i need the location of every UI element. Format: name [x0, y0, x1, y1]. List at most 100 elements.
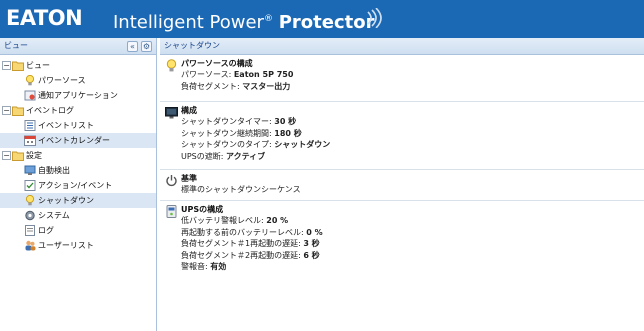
row-label: シャットダウンタイマー: — [181, 117, 275, 126]
app-header: EATON Intelligent Power® Protector — [0, 0, 644, 38]
tree-node-auto-discovery[interactable]: 自動検出 — [0, 163, 156, 178]
tree-node-event-list[interactable]: イベントリスト — [0, 118, 156, 133]
tree-label: システム — [38, 211, 70, 220]
tree-node-view[interactable]: − ビュー — [0, 58, 156, 73]
notification-icon — [24, 90, 36, 101]
bulb-icon — [25, 75, 35, 86]
app-title-strong: Protector — [278, 12, 375, 33]
power-icon — [166, 175, 177, 187]
tree-label: シャットダウン — [38, 196, 94, 205]
section-title: 構成 — [181, 106, 197, 115]
section-title: 基準 — [181, 174, 197, 183]
action-icon — [24, 180, 36, 191]
tree-node-power-source[interactable]: パワーソース — [0, 73, 156, 88]
bulb-icon — [166, 59, 177, 72]
row-label: 標準のシャットダウンシーケンス — [181, 185, 301, 194]
app-title-main: Intelligent Power — [113, 12, 264, 33]
collapse-panel-button[interactable]: « — [127, 41, 138, 52]
tree-node-system[interactable]: システム — [0, 208, 156, 223]
shutdown-bulb-icon — [25, 195, 35, 206]
tree-label: ビュー — [26, 61, 50, 70]
tree-node-log[interactable]: ログ — [0, 223, 156, 238]
row-label: UPSの遮断: — [181, 151, 226, 161]
tree-label: 自動検出 — [38, 166, 70, 175]
app-title: Intelligent Power® Protector — [113, 7, 374, 35]
tree-node-notification-apps[interactable]: 通知アプリケーション — [0, 88, 156, 103]
ups-config-section[interactable]: UPSの構成 低バッテリ警報レベル: 20 % 再起動する前のバッテリーレベル:… — [160, 201, 644, 285]
expand-toggle-icon[interactable]: − — [2, 61, 11, 70]
tree-label: イベントリスト — [38, 121, 94, 130]
row-label: 負荷セグメント: — [181, 81, 243, 91]
segment-2-restart-delay-row: 負荷セグメント＃2再起動の遅延: 6 秒 — [181, 250, 644, 262]
row-value: マスター出力 — [242, 81, 291, 91]
tree-label: ユーザーリスト — [38, 241, 94, 250]
row-value: シャットダウン — [274, 140, 331, 149]
row-value: Eaton 5P 750 — [233, 70, 294, 79]
row-value: 180 秒 — [274, 128, 302, 138]
alarm-sound-row: 警報音: 有効 — [181, 261, 644, 273]
tree-label: 設定 — [26, 151, 42, 160]
users-icon — [25, 240, 36, 251]
tree-label: 通知アプリケーション — [38, 91, 118, 100]
power-source-row: パワーソース: Eaton 5P 750 — [181, 69, 644, 81]
row-label: 負荷セグメント＃2再起動の遅延: — [181, 250, 304, 260]
event-list-icon — [24, 120, 36, 131]
row-label: シャットダウンのタイプ: — [181, 140, 275, 149]
ups-icon — [166, 205, 177, 218]
expand-toggle-icon[interactable]: − — [2, 151, 11, 160]
shutdown-panel-title: シャットダウン — [164, 41, 220, 50]
expand-toggle-icon[interactable]: − — [2, 106, 11, 115]
view-panel-header: ビュー « ⚙ — [0, 38, 156, 55]
row-value: 3 秒 — [303, 239, 320, 248]
standard-shutdown-row: 標準のシャットダウンシーケンス — [181, 184, 644, 196]
row-value: 有効 — [210, 262, 227, 271]
shutdown-panel-header: シャットダウン — [160, 38, 644, 55]
shutdown-timer-row: シャットダウンタイマー: 30 秒 — [181, 116, 644, 128]
tree-node-user-list[interactable]: ユーザーリスト — [0, 238, 156, 253]
low-battery-alarm-row: 低バッテリ警報レベル: 20 % — [181, 215, 644, 227]
row-value: 0 % — [306, 227, 323, 237]
ups-shutoff-row: UPSの遮断: アクティブ — [181, 151, 644, 163]
shutdown-duration-row: シャットダウン継続期間: 180 秒 — [181, 128, 644, 140]
tree-node-action-event[interactable]: アクション/イベント — [0, 178, 156, 193]
row-value: 30 秒 — [274, 117, 297, 126]
tree-label: パワーソース — [38, 76, 86, 85]
section-title: UPSの構成 — [181, 205, 224, 214]
folder-icon — [12, 106, 24, 116]
configuration-section[interactable]: 構成 シャットダウンタイマー: 30 秒 シャットダウン継続期間: 180 秒 … — [160, 102, 644, 170]
power-source-config-section[interactable]: パワーソースの構成 パワーソース: Eaton 5P 750 負荷セグメント: … — [160, 55, 644, 102]
view-panel-title: ビュー — [4, 41, 28, 50]
row-label: シャットダウン継続期間: — [181, 128, 275, 138]
tree-label: イベントログ — [26, 106, 74, 115]
monitor-icon — [165, 107, 178, 119]
tree-label: イベントカレンダー — [38, 136, 110, 145]
row-label: パワーソース: — [181, 70, 234, 79]
criteria-section[interactable]: 基準 標準のシャットダウンシーケンス — [160, 170, 644, 201]
system-gear-icon — [25, 210, 35, 221]
tree-label: ログ — [38, 226, 54, 235]
row-label: 再起動する前のバッテリーレベル: — [181, 227, 307, 237]
view-panel: ビュー « ⚙ − ビュー パワーソース 通知アプリケーション − イベントログ… — [0, 38, 157, 331]
calendar-icon — [24, 135, 36, 146]
log-icon — [25, 225, 35, 236]
tree-node-event-log[interactable]: − イベントログ — [0, 103, 156, 118]
segment-1-restart-delay-row: 負荷セグメント＃1再起動の遅延: 3 秒 — [181, 238, 644, 250]
tree-node-settings[interactable]: − 設定 — [0, 148, 156, 163]
restart-battery-level-row: 再起動する前のバッテリーレベル: 0 % — [181, 227, 644, 239]
tree-label: アクション/イベント — [38, 181, 113, 190]
panel-settings-button[interactable]: ⚙ — [141, 41, 152, 52]
load-segment-row: 負荷セグメント: マスター出力 — [181, 81, 644, 93]
eaton-logo: EATON — [6, 6, 83, 30]
section-title: パワーソースの構成 — [181, 59, 253, 68]
folder-icon — [12, 151, 24, 161]
row-value: 6 秒 — [303, 250, 320, 260]
shutdown-type-row: シャットダウンのタイプ: シャットダウン — [181, 139, 644, 151]
tree-node-shutdown[interactable]: シャットダウン — [0, 193, 156, 208]
row-value: 20 % — [266, 216, 289, 225]
registered-mark: ® — [263, 14, 273, 24]
shutdown-panel: シャットダウン パワーソースの構成 パワーソース: Eaton 5P 750 負… — [160, 38, 644, 331]
row-label: 低バッテリ警報レベル: — [181, 216, 267, 225]
folder-icon — [12, 61, 24, 71]
tree-node-event-calendar[interactable]: イベントカレンダー — [0, 133, 156, 148]
row-value: アクティブ — [226, 151, 266, 161]
